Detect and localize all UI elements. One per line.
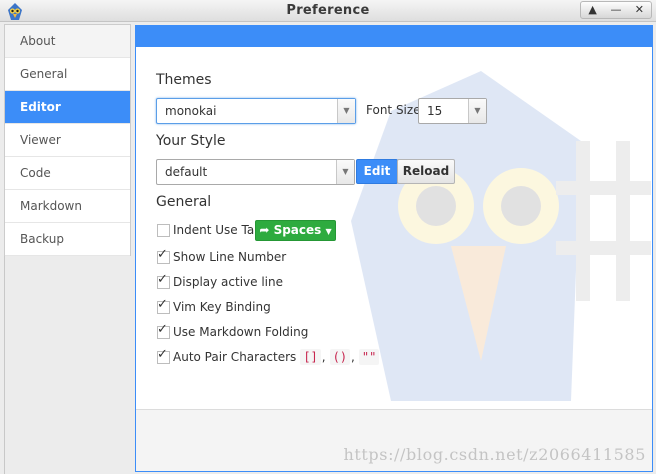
show-line-number-row: Show Line Number [157,247,287,266]
share-arrow-icon: ➦ [259,223,270,237]
editor-settings-panel: Themes monokai ▼ Font Size 15 ▼ Your Sty… [135,25,653,472]
divider [4,256,5,474]
auto-pair-row: Auto Pair Characters [], (), "" [157,347,380,366]
font-size-label: Font Size [366,103,421,117]
spaces-button-label: Spaces [273,223,322,237]
style-select[interactable]: default ▼ [156,159,355,185]
title-bar: Preference ▲ — ✕ [0,0,656,22]
sidebar-item-editor[interactable]: Editor [5,91,130,124]
chevron-down-icon: ▼ [468,99,486,123]
spaces-button[interactable]: ➦ Spaces ▼ [255,220,336,241]
themes-heading: Themes [156,72,212,88]
close-button[interactable]: ✕ [630,2,648,18]
pair-parens-chip: () [329,349,351,365]
general-heading: General [156,194,212,210]
show-line-number-checkbox[interactable] [157,247,170,264]
font-size-value: 15 [427,104,443,118]
your-style-heading: Your Style [156,133,226,149]
auto-pair-checkbox[interactable] [157,347,170,364]
font-size-select[interactable]: 15 ▼ [418,98,487,124]
display-active-line-row: Display active line [157,272,283,291]
sidebar-item-backup[interactable]: Backup [5,223,130,256]
minimize-button[interactable]: — [607,2,625,18]
reload-style-button[interactable]: Reload [397,159,455,184]
window-controls: ▲ — ✕ [580,1,652,19]
chip-separator: , [321,350,326,364]
mascot-background-image [351,71,651,401]
markdown-folding-checkbox[interactable] [157,322,170,339]
vim-key-binding-checkbox[interactable] [157,297,170,314]
markdown-folding-label: Use Markdown Folding [173,325,309,339]
indent-use-tab-row: Indent Use Tab [157,221,262,239]
display-active-line-checkbox[interactable] [157,272,170,289]
sidebar-item-about[interactable]: About [5,25,130,58]
theme-select-value: monokai [165,104,217,118]
panel-header [136,26,652,47]
window-title: Preference [286,3,370,18]
sidebar-item-markdown[interactable]: Markdown [5,190,130,223]
chevron-down-icon: ▼ [337,99,355,123]
theme-select[interactable]: monokai ▼ [156,98,356,124]
watermark-text: https://blog.csdn.net/z2066411585 [343,445,646,464]
show-line-number-label: Show Line Number [173,250,287,264]
sidebar-item-general[interactable]: General [5,58,130,91]
indent-use-tab-label: Indent Use Tab [173,223,262,237]
pair-quotes-chip: "" [358,349,380,365]
chip-separator: , [351,350,355,364]
maximize-button[interactable]: ▲ [584,2,602,18]
pair-brackets-chip: [] [300,349,321,365]
sidebar: About General Editor Viewer Code Markdow… [4,24,131,256]
caret-down-icon: ▼ [325,227,332,236]
auto-pair-label: Auto Pair Characters [173,350,297,364]
indent-use-tab-checkbox[interactable] [157,223,170,237]
vim-key-binding-row: Vim Key Binding [157,297,271,316]
vim-key-binding-label: Vim Key Binding [173,300,271,314]
markdown-folding-row: Use Markdown Folding [157,322,309,341]
edit-style-button[interactable]: Edit [356,159,398,184]
sidebar-item-code[interactable]: Code [5,157,130,190]
display-active-line-label: Display active line [173,275,283,289]
style-select-value: default [165,165,208,179]
chevron-down-icon: ▼ [336,160,354,184]
sidebar-item-viewer[interactable]: Viewer [5,124,130,157]
